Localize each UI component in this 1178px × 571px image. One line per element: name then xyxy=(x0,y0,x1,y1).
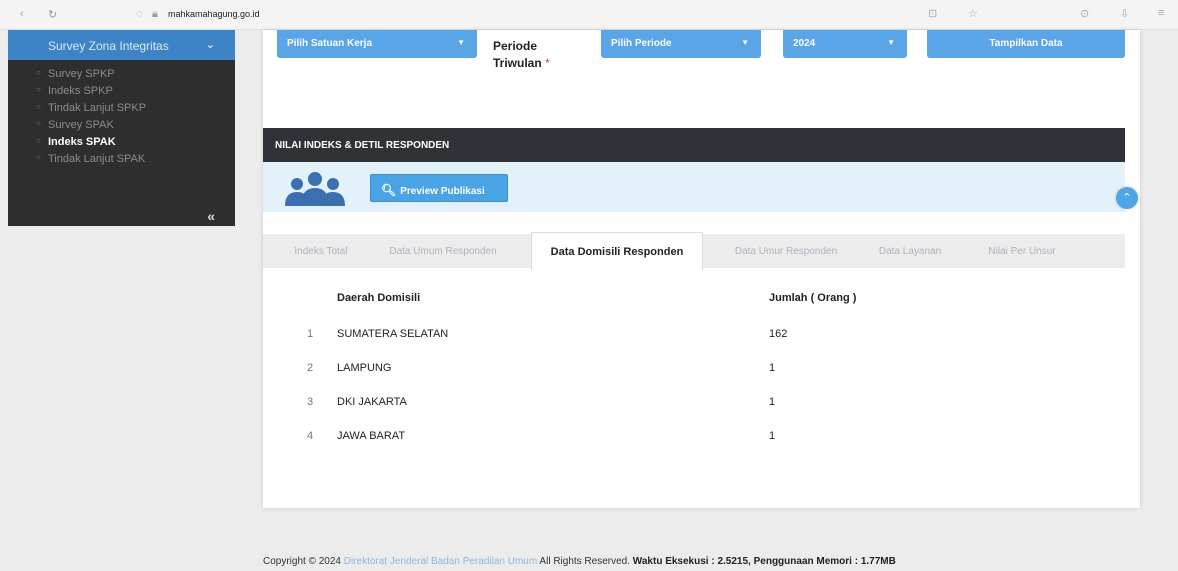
row-number: 3 xyxy=(307,396,314,408)
star-icon[interactable]: ☆ xyxy=(968,7,978,20)
chevron-up-icon[interactable]: ⌃ xyxy=(1116,187,1138,209)
row-region: LAMPUNG xyxy=(337,362,392,374)
table-row: 4 JAWA BARAT 1 xyxy=(263,430,1125,464)
footer-rights: All Rights Reserved. xyxy=(539,556,631,567)
browser-toolbar: ‹ ↻ ◌ 🔒︎ mahkamahagung.go.id ⊡ ☆ ⊙ ⇩ ≡ xyxy=(0,0,1178,30)
lock-icon[interactable]: 🔒︎ xyxy=(152,8,158,21)
users-icon xyxy=(285,172,345,206)
main-panel: Pilih Satuan Kerja ▼ Periode Triwulan * … xyxy=(263,30,1140,508)
shield-icon[interactable]: ◌ xyxy=(136,8,143,20)
periode-label: Periode Triwulan * xyxy=(493,38,550,72)
caret-down-icon: ▼ xyxy=(457,38,465,47)
row-number: 1 xyxy=(307,328,314,340)
satuan-kerja-select[interactable]: Pilih Satuan Kerja ▼ xyxy=(277,30,477,58)
menu-icon[interactable]: ≡ xyxy=(1158,7,1164,19)
required-marker: * xyxy=(545,56,550,70)
address-bar[interactable]: mahkamahagung.go.id xyxy=(168,9,568,21)
table-row: 2 LAMPUNG 1 xyxy=(263,362,1125,396)
url-host: mahkamahagung.go.id xyxy=(168,9,260,19)
table-row: 1 SUMATERA SELATAN 162 xyxy=(263,328,1125,362)
periode-select-label: Pilih Periode xyxy=(611,38,672,49)
sidebar-item-survey-spkp[interactable]: Survey SPKP xyxy=(8,68,235,85)
periode-label-line2: Triwulan xyxy=(493,56,542,70)
column-header-count: Jumlah ( Orang ) xyxy=(769,292,857,304)
column-header-region: Daerah Domisili xyxy=(337,292,421,304)
row-count: 1 xyxy=(769,430,776,442)
tab-data-layanan[interactable]: Data Layanan xyxy=(865,234,955,268)
section-header: NILAI INDEKS & DETIL RESPONDEN xyxy=(263,128,1125,162)
row-region: SUMATERA SELATAN xyxy=(337,328,449,340)
downloads-icon[interactable]: ⇩ xyxy=(1120,7,1129,20)
caret-down-icon: ▼ xyxy=(887,38,895,47)
sidebar-section-header[interactable]: Survey Zona Integritas ⌄ xyxy=(8,30,235,60)
sidebar-item-tindak-lanjut-spkp[interactable]: Tindak Lanjut SPKP xyxy=(8,102,235,119)
search-icon: 🔍︎ xyxy=(381,183,397,197)
preview-publikasi-label: Preview Publikasi xyxy=(400,186,485,197)
row-number: 2 xyxy=(307,362,314,374)
chevron-down-icon: ⌄ xyxy=(205,39,215,51)
caret-down-icon: ▼ xyxy=(741,38,749,47)
tab-indeks-total[interactable]: Indeks Total xyxy=(281,234,361,268)
row-count: 1 xyxy=(769,396,776,408)
back-icon[interactable]: ‹ xyxy=(20,8,24,20)
sidebar-collapse-button[interactable]: « xyxy=(207,208,215,224)
periode-label-line1: Periode xyxy=(493,39,538,53)
year-select[interactable]: 2024 ▼ xyxy=(783,30,907,58)
tab-nilai-per-unsur[interactable]: Nilai Per Unsur xyxy=(969,234,1075,268)
table-row: 3 DKI JAKARTA 1 xyxy=(263,396,1125,430)
row-region: DKI JAKARTA xyxy=(337,396,407,408)
sidebar-item-indeks-spak[interactable]: Indeks SPAK xyxy=(8,136,235,153)
row-number: 4 xyxy=(307,430,314,442)
sidebar-item-indeks-spkp[interactable]: Indeks SPKP xyxy=(8,85,235,102)
page-footer: Copyright © 2024 Direktorat Jenderal Bad… xyxy=(263,556,896,567)
reload-icon[interactable]: ↻ xyxy=(48,8,57,21)
show-data-button[interactable]: Tampilkan Data xyxy=(927,30,1125,58)
row-count: 162 xyxy=(769,328,788,340)
translate-icon[interactable]: ⊡ xyxy=(928,7,937,20)
row-region: JAWA BARAT xyxy=(337,430,406,442)
sidebar-item-survey-spak[interactable]: Survey SPAK xyxy=(8,119,235,136)
tab-bar: Indeks Total Data Umum Responden Data Do… xyxy=(263,232,1125,270)
section-toolbar: 🔍︎ Preview Publikasi xyxy=(263,162,1125,212)
preview-publikasi-button[interactable]: 🔍︎ Preview Publikasi xyxy=(370,174,508,202)
sidebar-item-tindak-lanjut-spak[interactable]: Tindak Lanjut SPAK xyxy=(8,153,235,170)
periode-select[interactable]: Pilih Periode ▼ xyxy=(601,30,761,58)
sidebar-section-title: Survey Zona Integritas xyxy=(48,39,169,53)
extensions-icon[interactable]: ⊙ xyxy=(1080,7,1089,20)
satuan-kerja-select-label: Pilih Satuan Kerja xyxy=(287,38,373,49)
sidebar-menu: Survey SPKP Indeks SPKP Tindak Lanjut SP… xyxy=(8,60,235,170)
row-count: 1 xyxy=(769,362,776,374)
tab-data-umum-responden[interactable]: Data Umum Responden xyxy=(373,234,513,268)
tab-data-domisili-responden[interactable]: Data Domisili Responden xyxy=(531,232,703,270)
footer-exec-time: Waktu Eksekusi : 2.5215, xyxy=(632,556,751,567)
footer-org-link[interactable]: Direktorat Jenderal Badan Peradilan Umum xyxy=(344,556,537,567)
tab-data-umur-responden[interactable]: Data Umur Responden xyxy=(713,234,859,268)
footer-memory: Penggunaan Memori : 1.77MB xyxy=(753,556,896,567)
year-select-label: 2024 xyxy=(793,38,816,49)
sidebar: Survey Zona Integritas ⌄ Survey SPKP Ind… xyxy=(8,30,235,226)
footer-copyright: Copyright © 2024 xyxy=(263,556,341,567)
